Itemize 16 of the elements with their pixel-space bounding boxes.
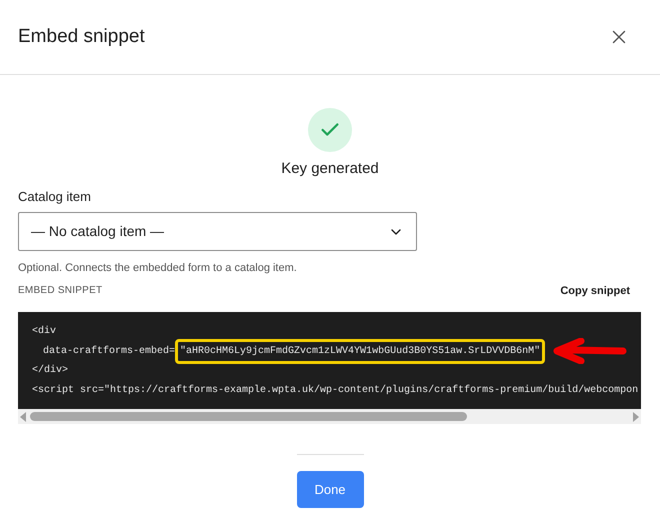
copy-snippet-button[interactable]: Copy snippet: [560, 282, 630, 299]
code-text: <script src="https://craftforms-example.wpta.uk/wp-content/plugins/craftforms-premium/build/webcompon: [32, 384, 638, 398]
code-text: <div: [32, 324, 56, 340]
highlighted-key: "aHR0cHM6Ly9jcmFmdGZvcm1zLWV4YW1wbGUud3B0YS51aw.SrLDVVDB6nM": [175, 338, 546, 364]
status-text: Key generated: [281, 159, 379, 179]
arrow-icon: [551, 338, 628, 364]
help-text: Optional. Connects the embedded form to a catalog item.: [18, 261, 298, 276]
field-label: Catalog item: [18, 188, 92, 206]
section-label: EMBED SNIPPET: [18, 284, 102, 298]
code-text: </div>: [32, 364, 68, 378]
catalog-select[interactable]: — No catalog item —: [18, 212, 417, 251]
done-button[interactable]: Done: [296, 471, 364, 508]
dialog-title: Embed snippet: [18, 24, 145, 49]
horizontal-scrollbar[interactable]: [18, 409, 641, 424]
success-check-icon: [308, 108, 352, 152]
code-text: data-craftforms-embed=: [43, 344, 176, 359]
